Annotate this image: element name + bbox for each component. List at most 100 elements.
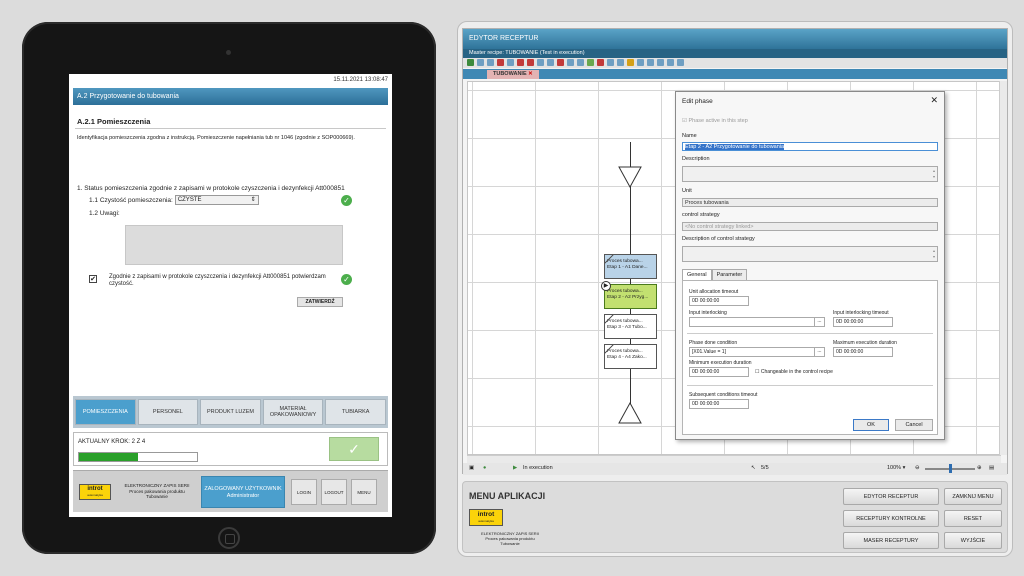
menu-button[interactable]: MENU xyxy=(351,479,377,505)
search-icon[interactable] xyxy=(677,59,684,66)
control-strategy-select[interactable]: <No control strategy linked> xyxy=(682,222,938,231)
system-name: ELEKTRONICZNY ZAPIS SERII Proces pakowan… xyxy=(124,483,190,499)
distribute-icon[interactable] xyxy=(657,59,664,66)
browse-icon[interactable]: ... xyxy=(814,318,824,326)
recipe-step-1[interactable]: Proces tubowa... Etap 1 - A1 Dane... xyxy=(604,254,657,279)
tab-parameter[interactable]: Parameter xyxy=(711,269,748,280)
recipe-step-2[interactable]: ▶ Proces tubowa... Etap 2 - A2 Przyg... xyxy=(601,281,657,309)
refresh-icon[interactable] xyxy=(507,59,514,66)
run-icon[interactable] xyxy=(467,59,474,66)
cs-description-textarea[interactable] xyxy=(682,246,938,262)
stop-icon[interactable] xyxy=(497,59,504,66)
confirm-checkbox[interactable]: ✔ xyxy=(89,275,97,283)
save-icon[interactable]: ▣ xyxy=(469,465,474,471)
max-duration-input[interactable]: 0D 00:00:00 xyxy=(833,347,893,357)
delete-icon[interactable] xyxy=(527,59,534,66)
align-icon[interactable] xyxy=(647,59,654,66)
users-icon[interactable] xyxy=(627,59,634,66)
pause-icon[interactable] xyxy=(477,59,484,66)
description-textarea[interactable] xyxy=(682,166,938,182)
confirm-text: Zgodnie z zapisami w protokole czyszczen… xyxy=(109,274,326,287)
page-title: A.2 Przygotowanie do tubowania xyxy=(73,88,388,105)
changeable-checkbox[interactable]: ☐ Changeable in the control recipe xyxy=(755,369,833,375)
current-step-label: AKTUALNY KROK: 2 Z 4 xyxy=(78,439,146,445)
dialog-close-icon[interactable]: ✕ xyxy=(930,95,938,106)
grid-icon[interactable] xyxy=(537,59,544,66)
min-duration-input[interactable]: 0D 00:00:00 xyxy=(689,367,749,377)
view-icon[interactable] xyxy=(607,59,614,66)
tab-personel[interactable]: PERSONEL xyxy=(137,399,199,425)
tab-tubiarka[interactable]: TUBIARKA xyxy=(325,399,386,425)
vertical-scrollbar[interactable] xyxy=(999,81,1007,455)
question-1-2-label: 1.2 Uwagi: xyxy=(89,210,120,217)
master-recipes-button[interactable]: MASER RECEPTURY xyxy=(843,532,939,549)
tab-tubowanie[interactable]: TUBOWANIE ✕ xyxy=(487,70,539,79)
props-icon[interactable] xyxy=(617,59,624,66)
interlock-input[interactable]: ... xyxy=(689,317,825,327)
question-1: 1. Status pomieszczenia zgodnie z zapisa… xyxy=(77,185,345,192)
login-button[interactable]: LOGIN xyxy=(291,479,317,505)
ok-button[interactable]: OK xyxy=(853,419,889,431)
application-menu: MENU APLIKACJI introt automatyka ELEKTRON… xyxy=(462,481,1008,553)
cancel-button[interactable]: Cancel xyxy=(895,419,933,431)
interlock-timeout-input[interactable]: 0D 00:00:00 xyxy=(833,317,893,327)
tablet-footer: introt automatyka ELEKTRONICZNY ZAPIS SER… xyxy=(73,470,388,512)
thumb-icon: ● xyxy=(483,465,487,471)
dialog-title: Edit phase xyxy=(682,98,713,105)
copy-icon[interactable] xyxy=(567,59,574,66)
tablet-device: 15.11.2021 13:08:47 A.2 Przygotowanie do… xyxy=(22,22,436,554)
remarks-textarea[interactable] xyxy=(125,225,343,265)
question-1-1: 1.1 Czystość pomieszczenia: CZYSTE ⇕ xyxy=(89,195,259,205)
remove-step-icon[interactable] xyxy=(557,59,564,66)
zoom-select[interactable]: 100% ▾ xyxy=(887,465,905,471)
paste-icon[interactable] xyxy=(577,59,584,66)
exit-button[interactable]: WYJŚCIE xyxy=(944,532,1002,549)
name-input[interactable]: Etap 2 - A2 Przygotowanie do tubowania xyxy=(682,142,938,151)
home-button-icon[interactable] xyxy=(218,527,240,549)
system-name: ELEKTRONICZNY ZAPIS SERII Proces pakowan… xyxy=(481,531,539,546)
next-step-button[interactable]: ✓ xyxy=(329,437,379,461)
close-menu-button[interactable]: ZAMKNIJ MENU xyxy=(944,488,1002,505)
unit-input[interactable]: Proces tubowania xyxy=(682,198,938,207)
layout-icon[interactable] xyxy=(547,59,554,66)
subsequent-input[interactable]: 0D 00:00:00 xyxy=(689,399,749,409)
control-recipes-button[interactable]: RECEPTURY KONTROLNE xyxy=(843,510,939,527)
recipe-step-4[interactable]: Proces tubowa... Etap 4 - A4 Zako... xyxy=(604,344,657,369)
name-label: Name xyxy=(682,133,697,139)
zoom-in-icon[interactable]: ⊕ xyxy=(977,465,982,471)
reset-button[interactable]: RESET xyxy=(944,510,1002,527)
horizontal-scrollbar[interactable] xyxy=(467,455,1001,463)
abort-icon[interactable] xyxy=(517,59,524,66)
recipe-step-3[interactable]: Proces tubowa... Etap 3 - A3 Tubo... xyxy=(604,314,657,339)
zoom-out-icon[interactable]: ⊖ xyxy=(915,465,920,471)
logged-user-button[interactable]: ZALOGOWANY UŻYTKOWNIK Administrator xyxy=(201,476,285,508)
close-icon[interactable]: ✕ xyxy=(528,71,533,77)
unit-label: Unit xyxy=(682,188,692,194)
edit-icon[interactable] xyxy=(667,59,674,66)
general-panel: Unit allocation timeout 0D 00:00:00 Inpu… xyxy=(682,280,938,435)
tab-produkt-luzem[interactable]: PRODUKT LUZEM xyxy=(200,399,261,425)
alloc-input[interactable]: 0D 00:00:00 xyxy=(689,296,749,306)
phase-active-checkbox[interactable]: ☑ Phase active in this step xyxy=(682,118,748,124)
editor-status-bar: ▣ ● ▶ In execution ↖ 5/5 100% ▾ ⊖ ⊕ ▤ xyxy=(463,463,1007,475)
done-condition-input[interactable]: [X01.Value = 1]... xyxy=(689,347,825,357)
chart-icon[interactable] xyxy=(597,59,604,66)
step-icon[interactable] xyxy=(487,59,494,66)
logout-button[interactable]: LOGOUT xyxy=(321,479,347,505)
spinner-icon: ⇕ xyxy=(250,197,256,203)
recipe-editor-button[interactable]: EDYTOR RECEPTUR xyxy=(843,488,939,505)
cleanliness-value: CZYSTE xyxy=(177,197,202,203)
tab-general[interactable]: General xyxy=(682,269,712,280)
fit-icon[interactable]: ▤ xyxy=(989,465,994,471)
start-triangle-icon xyxy=(618,166,642,188)
confirm-button[interactable]: ZATWIERDŹ xyxy=(297,297,343,307)
menu-title: MENU APLIKACJI xyxy=(469,491,546,501)
lock-icon[interactable] xyxy=(637,59,644,66)
tablet-screen: 15.11.2021 13:08:47 A.2 Przygotowanie do… xyxy=(69,74,392,517)
tab-pomieszczenia[interactable]: POMIESZCZENIA xyxy=(75,399,136,425)
validate-icon[interactable] xyxy=(587,59,594,66)
zoom-slider-knob[interactable] xyxy=(949,464,952,473)
tab-material-opakowaniowy[interactable]: MATERIAŁ OPAKOWANIOWY xyxy=(262,399,324,425)
cleanliness-select[interactable]: CZYSTE ⇕ xyxy=(174,195,259,205)
browse-icon[interactable]: ... xyxy=(814,348,824,356)
